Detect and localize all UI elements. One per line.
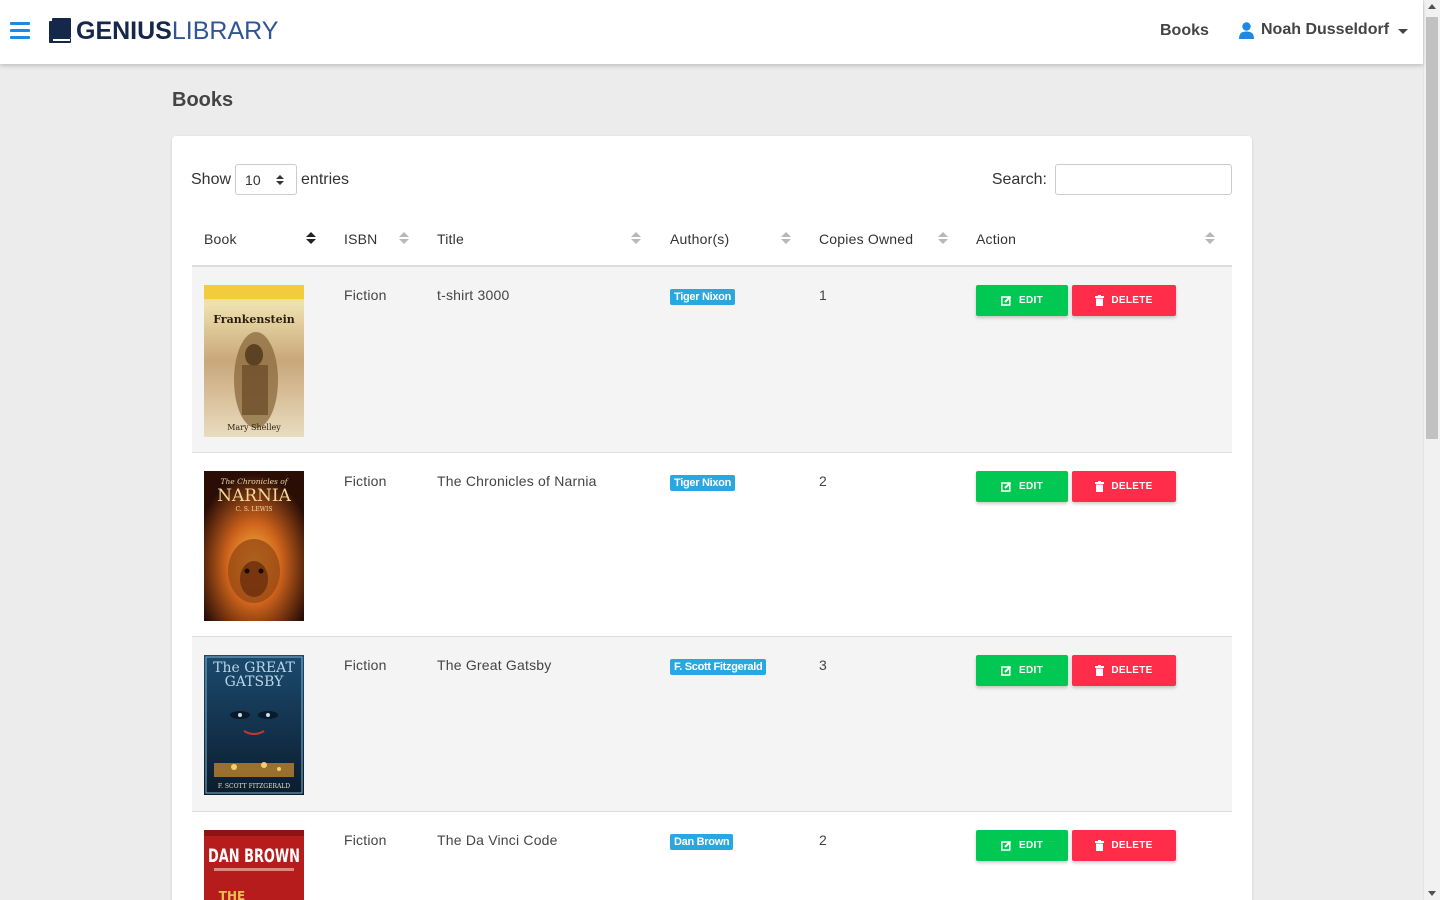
column-header-book[interactable]: Book [204,231,237,247]
column-header-authors[interactable]: Author(s) [670,231,729,247]
table-row: DAN BROWN THE Fiction The Da Vinci Code … [192,812,1232,900]
cover-title-2: GATSBY [225,674,284,690]
book-cover-image: The Chronicles of NARNIA C. S. LEWIS [204,471,304,621]
sort-icon[interactable] [399,232,409,246]
user-icon [1239,21,1254,39]
table-row: The Chronicles of NARNIA C. S. LEWIS Fic… [192,453,1232,637]
edit-label: EDIT [1019,840,1043,851]
sort-icon[interactable] [938,232,948,246]
entries-select[interactable]: 10 [235,164,298,195]
edit-label: EDIT [1019,295,1043,306]
sort-icon[interactable] [306,232,316,246]
edit-icon [1001,481,1012,492]
edit-button[interactable]: EDIT [976,285,1068,316]
book-cover-image: Frankenstein Mary Shelley [204,285,304,437]
cover-title: THE [219,889,245,900]
table-header: Book ISBN Title Author(s) Copies Owned A… [192,218,1232,267]
book-logo-icon [49,18,71,43]
author-badge[interactable]: Tiger Nixon [670,289,736,305]
page-title: Books [172,89,234,111]
cover-title: NARNIA [217,486,292,506]
table-row: Frankenstein Mary Shelley Fiction t-shir… [192,267,1232,453]
cover-author: Mary Shelley [227,423,281,432]
trash-icon [1095,665,1105,676]
book-cover-image: DAN BROWN THE [204,830,304,900]
column-header-copies-owned[interactable]: Copies Owned [819,231,913,247]
edit-icon [1001,295,1012,306]
books-card: Show 10 entries Search: Book ISBN Title … [172,136,1252,900]
isbn-cell: Fiction [344,287,387,303]
author-badge[interactable]: Dan Brown [670,834,734,850]
trash-icon [1095,840,1105,851]
edit-button[interactable]: EDIT [976,655,1068,686]
isbn-cell: Fiction [344,657,387,673]
sort-icon[interactable] [631,232,641,246]
isbn-cell: Fiction [344,832,387,848]
edit-icon [1001,665,1012,676]
author-badge[interactable]: Tiger Nixon [670,475,736,491]
copies-cell: 2 [819,473,827,489]
select-up-arrow-icon [276,175,285,179]
search-control: Search: [992,164,1232,195]
title-cell: The Great Gatsby [437,657,552,673]
scroll-down-arrow-icon[interactable] [1428,891,1436,896]
nav-books-link[interactable]: Books [1160,22,1209,40]
title-cell: The Chronicles of Narnia [437,473,597,489]
book-cover-image: The GREAT GATSBY F. SCOTT FITZGERALD [204,655,304,795]
scroll-thumb[interactable] [1426,17,1438,439]
copies-cell: 1 [819,287,827,303]
edit-label: EDIT [1019,665,1043,676]
show-label: Show [191,170,232,188]
sort-icon[interactable] [1205,232,1215,246]
edit-icon [1001,840,1012,851]
user-name: Noah Dusseldorf [1261,21,1390,38]
chevron-down-icon [1398,28,1409,34]
books-table: Book ISBN Title Author(s) Copies Owned A… [192,218,1232,900]
table-row: The GREAT GATSBY F. SCOTT FITZGERALD Fic… [192,637,1232,812]
column-header-action[interactable]: Action [976,231,1016,247]
delete-button[interactable]: DELETE [1072,830,1176,861]
delete-button[interactable]: DELETE [1072,285,1176,316]
isbn-cell: Fiction [344,473,387,489]
scroll-up-arrow-icon[interactable] [1428,4,1436,9]
search-label: Search: [991,170,1047,188]
trash-icon [1095,295,1105,306]
title-cell: The Da Vinci Code [437,832,558,848]
delete-label: DELETE [1111,295,1153,306]
delete-label: DELETE [1111,481,1153,492]
page-scrollbar[interactable] [1423,0,1440,900]
cover-title: Frankenstein [213,313,295,326]
edit-button[interactable]: EDIT [976,471,1068,502]
top-navbar: GENIUSLIBRARY Books Noah Dusseldorf [0,0,1423,64]
delete-label: DELETE [1111,840,1153,851]
delete-button[interactable]: DELETE [1072,471,1176,502]
menu-toggle-icon[interactable] [10,22,30,40]
column-header-title[interactable]: Title [437,231,464,247]
title-cell: t-shirt 3000 [437,287,510,303]
trash-icon [1095,481,1105,492]
brand-logo[interactable]: GENIUSLIBRARY [48,17,278,45]
edit-label: EDIT [1019,481,1043,492]
entries-select-value: 10 [245,172,261,188]
cover-subtitle: The Chronicles of [220,477,288,486]
entries-label: entries [301,170,350,188]
select-down-arrow-icon [276,181,285,185]
cover-author: F. SCOTT FITZGERALD [218,783,290,790]
user-menu-dropdown[interactable]: Noah Dusseldorf [1239,21,1409,39]
delete-button[interactable]: DELETE [1072,655,1176,686]
copies-cell: 2 [819,832,827,848]
search-input[interactable] [1055,164,1232,195]
show-entries-control: Show 10 entries [191,164,349,195]
column-header-isbn[interactable]: ISBN [344,231,377,247]
brand-name-light: LIBRARY [171,17,279,45]
delete-label: DELETE [1111,665,1153,676]
brand-name-bold: GENIUS [76,17,172,45]
edit-button[interactable]: EDIT [976,830,1068,861]
author-badge[interactable]: F. Scott Fitzgerald [670,659,767,675]
cover-author-title: DAN BROWN [208,845,300,867]
copies-cell: 3 [819,657,827,673]
cover-author: C. S. LEWIS [236,506,273,513]
sort-icon[interactable] [781,232,791,246]
